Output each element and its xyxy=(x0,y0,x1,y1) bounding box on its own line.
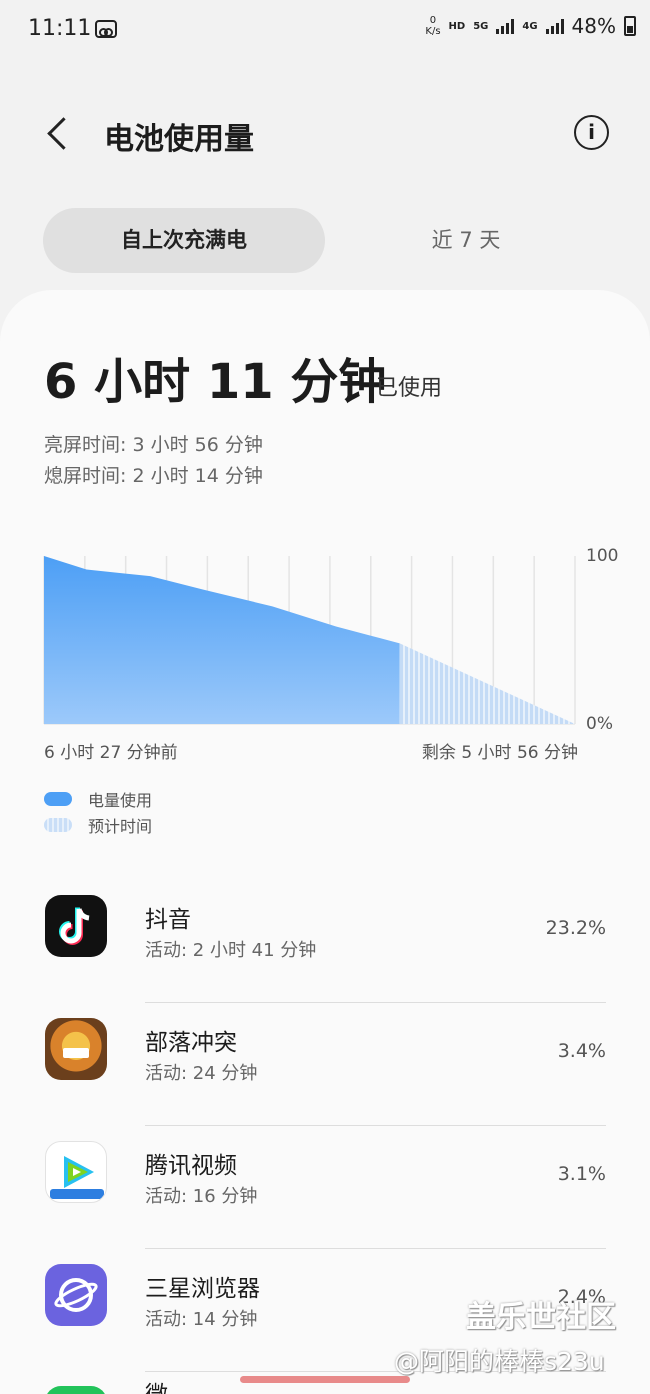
legend-item-projection: 预计时间 xyxy=(44,812,152,838)
net-5g-label: 5G xyxy=(473,20,489,32)
app-row-tencent-video[interactable]: 腾讯视频 活动: 16 分钟 3.1% xyxy=(0,1126,650,1249)
app-row-douyin[interactable]: 抖音 活动: 2 小时 41 分钟 23.2% xyxy=(0,880,650,1003)
chart-area-projection xyxy=(399,643,575,724)
legend-swatch-usage xyxy=(44,792,72,806)
samsung-internet-icon xyxy=(45,1264,107,1326)
app-name-partial: 微信 xyxy=(145,1380,185,1394)
legend-label-usage: 电量使用 xyxy=(88,791,153,810)
x-end-label: 剩余 5 小时 56 分钟 xyxy=(421,743,578,763)
status-bar: 11:11 0 K/s HD 5G 4G 48% xyxy=(0,0,650,60)
battery-card: 6 小时 11 分钟 已使用 亮屏时间: 3 小时 56 分钟 熄屏时间: 2 … xyxy=(0,290,650,1394)
info-icon[interactable]: i xyxy=(574,115,609,150)
app-active-time: 活动: 14 分钟 xyxy=(145,1309,258,1330)
tiktok-icon xyxy=(45,895,107,957)
app-active-time: 活动: 24 分钟 xyxy=(145,1063,258,1084)
legend-label-projection: 预计时间 xyxy=(88,817,153,836)
screen-on-time: 亮屏时间: 3 小时 56 分钟 xyxy=(44,434,263,456)
screen-off-time: 熄屏时间: 2 小时 14 分钟 xyxy=(44,465,263,487)
tab-last-7-days[interactable]: 近 7 天 xyxy=(325,208,607,273)
legend-swatch-projection xyxy=(44,818,72,832)
cassette-icon xyxy=(95,20,117,38)
signal-5g-icon xyxy=(496,18,515,34)
legend-item-usage: 电量使用 xyxy=(44,786,152,812)
watermark-community: 盖乐世社区 xyxy=(466,1300,616,1335)
home-indicator[interactable] xyxy=(240,1376,410,1383)
tencent-video-icon xyxy=(45,1141,107,1203)
clash-of-clans-icon xyxy=(45,1018,107,1080)
total-usage: 6 小时 11 分钟 xyxy=(44,354,387,410)
total-usage-suffix: 已使用 xyxy=(376,376,443,401)
chart-legend: 电量使用 预计时间 xyxy=(44,786,152,838)
app-active-time: 活动: 2 小时 41 分钟 xyxy=(145,940,317,961)
app-percent: 3.1% xyxy=(557,1163,606,1185)
net-4g-label: 4G xyxy=(522,20,538,32)
signal-4g-icon xyxy=(545,18,564,34)
y-tick-bottom: 0% xyxy=(586,714,613,734)
app-name: 部落冲突 xyxy=(145,1030,237,1056)
battery-percent: 48% xyxy=(571,14,616,38)
battery-icon xyxy=(624,16,636,36)
page-title: 电池使用量 xyxy=(104,122,254,157)
app-name: 抖音 xyxy=(145,907,191,933)
net-speed: 0 K/s xyxy=(425,15,441,37)
header: 电池使用量 i xyxy=(0,100,650,170)
status-time: 11:11 xyxy=(28,16,92,41)
app-active-time: 活动: 16 分钟 xyxy=(145,1186,258,1207)
x-start-label: 6 小时 27 分钟前 xyxy=(44,743,178,763)
app-name: 腾讯视频 xyxy=(145,1153,237,1179)
battery-chart: 100 0% 6 小时 27 分钟前 剩余 5 小时 56 分钟 xyxy=(0,540,650,780)
app-percent: 3.4% xyxy=(557,1040,606,1062)
watermark-author: @阿阳的棒棒s23u xyxy=(394,1347,605,1376)
hd-icon: HD xyxy=(448,20,466,32)
tab-since-full-charge[interactable]: 自上次充满电 xyxy=(43,208,325,273)
status-indicators: 0 K/s HD 5G 4G 48% xyxy=(425,14,636,38)
app-name: 三星浏览器 xyxy=(145,1276,260,1302)
chart-area-usage xyxy=(44,556,400,724)
app-row-clash[interactable]: 部落冲突 活动: 24 分钟 3.4% xyxy=(0,1003,650,1126)
wechat-icon[interactable] xyxy=(45,1386,107,1394)
y-tick-top: 100 xyxy=(586,546,619,566)
app-percent: 23.2% xyxy=(545,917,606,939)
period-tabs: 自上次充满电 近 7 天 xyxy=(43,208,607,273)
back-button[interactable] xyxy=(38,112,78,156)
battery-chart-svg xyxy=(43,556,576,725)
